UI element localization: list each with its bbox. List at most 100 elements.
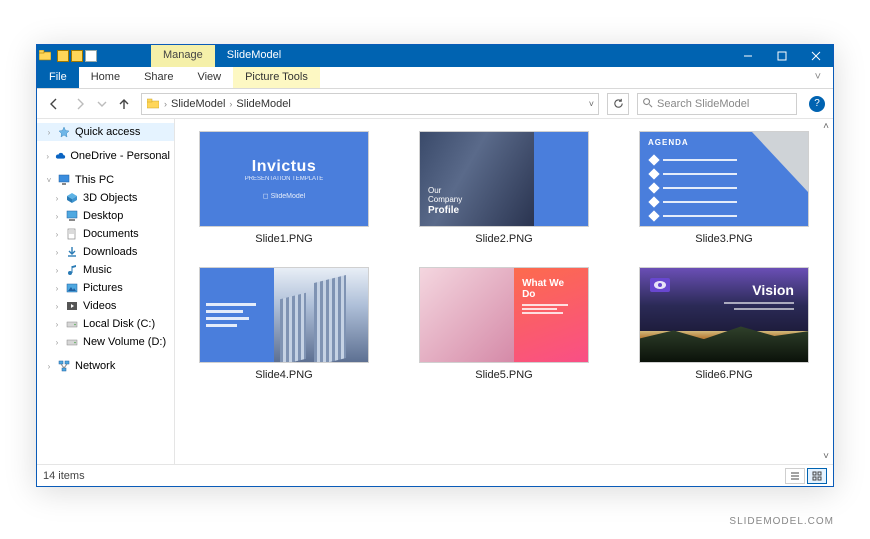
tab-picture-tools[interactable]: Picture Tools	[233, 67, 320, 88]
nav-label: Local Disk (C:)	[83, 318, 155, 330]
navigation-row: › SlideModel › SlideModel ˅ ?	[37, 89, 833, 119]
nav-quick-access[interactable]: › Quick access	[37, 123, 174, 141]
tab-home[interactable]: Home	[79, 67, 132, 88]
qat-btn[interactable]	[85, 50, 97, 62]
nav-music[interactable]: ›Music	[37, 261, 174, 279]
nav-downloads[interactable]: ›Downloads	[37, 243, 174, 261]
search-input[interactable]	[657, 98, 792, 110]
file-explorer-window: Manage SlideModel File Home Share View P…	[36, 44, 834, 487]
qat	[37, 45, 101, 67]
tab-view[interactable]: View	[185, 67, 233, 88]
nav-documents[interactable]: ›Documents	[37, 225, 174, 243]
nav-label: Music	[83, 264, 112, 276]
nav-label: Network	[75, 360, 115, 372]
nav-network[interactable]: › Network	[37, 357, 174, 375]
cube-icon	[65, 192, 79, 204]
file-item[interactable]: Invictus PRESENTATION TEMPLATE ◻ SlideMo…	[187, 131, 381, 245]
thumbnail: Vision	[639, 267, 809, 363]
content-pane[interactable]: ˄ ˅ Invictus PRESENTATION TEMPLATE ◻ Sli…	[175, 119, 833, 464]
navigation-pane: › Quick access › OneDrive - Personal ˅ T…	[37, 119, 175, 464]
network-icon	[57, 360, 71, 372]
nav-local-disk-c[interactable]: ›Local Disk (C:)	[37, 315, 174, 333]
nav-label: Desktop	[83, 210, 123, 222]
details-view-button[interactable]	[785, 468, 805, 484]
file-item[interactable]: Slide4.PNG	[187, 267, 381, 381]
chevron-right-icon[interactable]: ›	[164, 99, 167, 109]
file-tab[interactable]: File	[37, 67, 79, 88]
search-icon	[642, 97, 653, 111]
minimize-button[interactable]	[731, 45, 765, 67]
recent-dropdown-icon[interactable]	[97, 95, 107, 113]
nav-3d-objects[interactable]: ›3D Objects	[37, 189, 174, 207]
cloud-icon	[54, 150, 66, 162]
thumbnail: What We Do	[419, 267, 589, 363]
file-item[interactable]: OurCompanyProfile Slide2.PNG	[407, 131, 601, 245]
music-icon	[65, 264, 79, 276]
thumbnail: OurCompanyProfile	[419, 131, 589, 227]
watermark: SLIDEMODEL.COM	[729, 516, 834, 527]
nav-pictures[interactable]: ›Pictures	[37, 279, 174, 297]
ribbon-tabs: File Home Share View Picture Tools ˅	[37, 67, 833, 89]
refresh-button[interactable]	[607, 93, 629, 115]
up-button[interactable]	[115, 95, 133, 113]
download-icon	[65, 246, 79, 258]
nav-label: New Volume (D:)	[83, 336, 166, 348]
file-name: Slide2.PNG	[475, 233, 532, 245]
nav-desktop[interactable]: ›Desktop	[37, 207, 174, 225]
file-name: Slide3.PNG	[695, 233, 752, 245]
address-bar[interactable]: › SlideModel › SlideModel ˅	[141, 93, 599, 115]
search-box[interactable]	[637, 93, 797, 115]
breadcrumb-segment[interactable]: SlideModel	[171, 98, 225, 110]
tab-share[interactable]: Share	[132, 67, 185, 88]
thumbnail	[199, 267, 369, 363]
status-bar: 14 items	[37, 464, 833, 486]
documents-icon	[65, 228, 79, 240]
pc-icon	[57, 174, 71, 186]
address-dropdown-icon[interactable]: ˅	[589, 99, 594, 109]
scroll-down-icon[interactable]: ˅	[823, 451, 829, 462]
scroll-up-icon[interactable]: ˄	[823, 121, 829, 132]
nav-label: This PC	[75, 174, 114, 186]
chevron-right-icon[interactable]: ›	[45, 362, 53, 371]
star-icon	[57, 126, 71, 138]
back-button[interactable]	[45, 95, 63, 113]
videos-icon	[65, 300, 79, 312]
drive-icon	[65, 336, 79, 348]
file-name: Slide5.PNG	[475, 369, 532, 381]
maximize-button[interactable]	[765, 45, 799, 67]
title-bar: Manage SlideModel	[37, 45, 833, 67]
nav-videos[interactable]: ›Videos	[37, 297, 174, 315]
file-item[interactable]: What We Do Slide5.PNG	[407, 267, 601, 381]
nav-new-volume-d[interactable]: ›New Volume (D:)	[37, 333, 174, 351]
ribbon-collapse-icon[interactable]: ˅	[803, 67, 833, 88]
app-icon	[37, 50, 53, 62]
help-button[interactable]: ?	[809, 96, 825, 112]
item-count: 14 items	[43, 470, 85, 482]
nav-label: Quick access	[75, 126, 140, 138]
thumbnail: Invictus PRESENTATION TEMPLATE ◻ SlideMo…	[199, 131, 369, 227]
contextual-tab-group: Manage	[151, 45, 215, 67]
chevron-right-icon[interactable]: ›	[45, 152, 50, 161]
file-item[interactable]: AGENDA Slide3.PNG	[627, 131, 821, 245]
thumbnails-view-button[interactable]	[807, 468, 827, 484]
nav-this-pc[interactable]: ˅ This PC	[37, 171, 174, 189]
drive-icon	[65, 318, 79, 330]
nav-label: OneDrive - Personal	[70, 150, 170, 162]
nav-label: 3D Objects	[83, 192, 137, 204]
qat-btn[interactable]	[71, 50, 83, 62]
pictures-icon	[65, 282, 79, 294]
window-title: SlideModel	[215, 45, 291, 67]
breadcrumb-segment[interactable]: SlideModel	[236, 98, 290, 110]
close-button[interactable]	[799, 45, 833, 67]
nav-onedrive[interactable]: › OneDrive - Personal	[37, 147, 174, 165]
forward-button[interactable]	[71, 95, 89, 113]
folder-icon	[146, 98, 160, 110]
nav-label: Downloads	[83, 246, 137, 258]
desktop-icon	[65, 210, 79, 222]
qat-btn[interactable]	[57, 50, 69, 62]
chevron-down-icon[interactable]: ˅	[45, 176, 53, 185]
nav-label: Pictures	[83, 282, 123, 294]
chevron-right-icon[interactable]: ›	[229, 99, 232, 109]
chevron-right-icon[interactable]: ›	[45, 128, 53, 137]
file-item[interactable]: Vision Slide6.PNG	[627, 267, 821, 381]
